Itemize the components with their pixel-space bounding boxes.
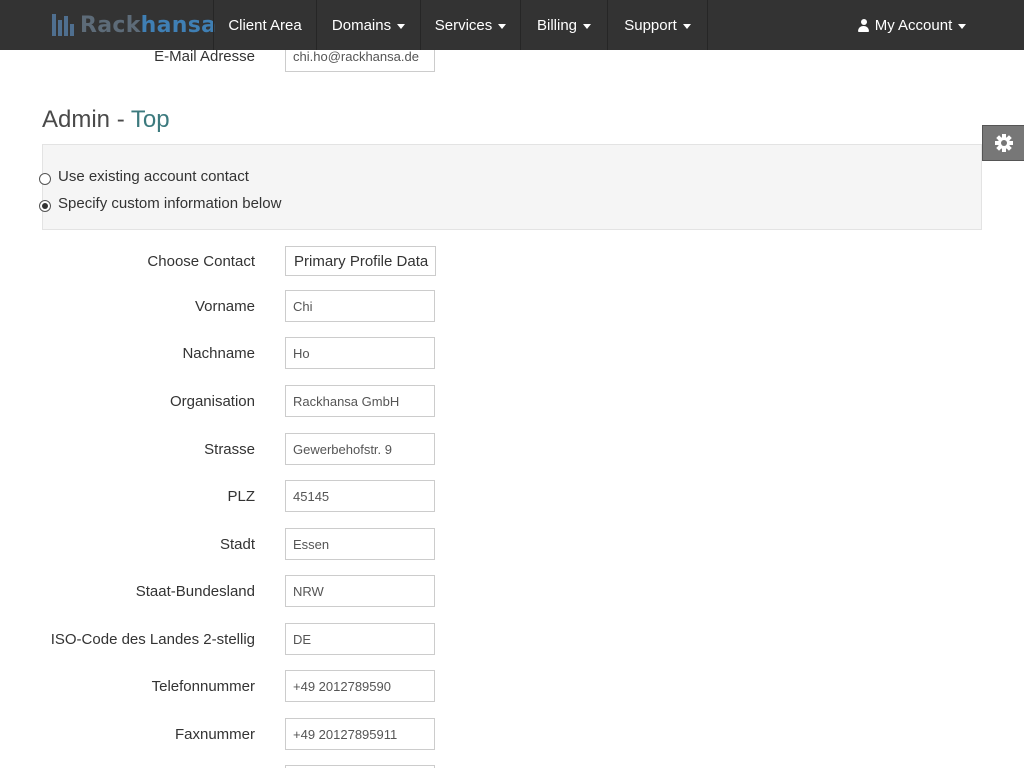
faxnummer-label: Faxnummer — [174, 726, 255, 743]
section-title: Admin - Top — [42, 106, 170, 134]
top-navbar: Rackhansa Client Area Domains Services B… — [0, 0, 1024, 50]
faxnummer-field[interactable]: +49 20127895911 — [285, 718, 435, 750]
stadt-field[interactable]: Essen — [285, 528, 435, 560]
nav-billing[interactable]: Billing — [521, 0, 608, 50]
iso-code-label: ISO-Code des Landes 2-stellig — [50, 631, 255, 648]
brand-name-part1: Rack — [80, 12, 141, 38]
plz-field[interactable]: 45145 — [285, 480, 435, 512]
organisation-label: Organisation — [169, 393, 255, 410]
staat-bundesland-field[interactable]: NRW — [285, 575, 435, 607]
section-title-accent: Top — [130, 106, 170, 133]
nav-billing-label: Billing — [536, 16, 578, 34]
chevron-down-icon — [958, 23, 967, 29]
staat-bundesland-label: Staat-Bundesland — [135, 583, 255, 600]
chevron-down-icon — [682, 23, 691, 29]
brand-logo[interactable]: Rackhansa — [52, 11, 216, 39]
chevron-down-icon — [498, 23, 507, 29]
nav-domains-label: Domains — [331, 16, 392, 34]
nachname-label: Nachname — [182, 345, 255, 362]
nav-my-account-label: My Account — [874, 16, 953, 34]
nav-my-account[interactable]: My Account — [842, 0, 982, 50]
nav-client-area[interactable]: Client Area — [213, 0, 317, 50]
choose-contact-label: Choose Contact — [147, 253, 255, 270]
organisation-field[interactable]: Rackhansa GmbH — [285, 385, 435, 417]
nav-support-label: Support — [624, 16, 677, 34]
vorname-label: Vorname — [194, 298, 255, 315]
iso-code-field[interactable]: DE — [285, 623, 435, 655]
radio-use-existing-label[interactable]: Use existing account contact — [58, 168, 249, 185]
nav-client-area-label: Client Area — [228, 16, 302, 34]
user-icon — [857, 18, 869, 32]
brand-name-part2: hansa — [140, 12, 217, 38]
section-title-prefix: Admin - — [42, 106, 131, 133]
chevron-down-icon — [583, 23, 592, 29]
nachname-field[interactable]: Ho — [285, 337, 435, 369]
logo-bars-icon — [52, 14, 74, 36]
settings-tab[interactable] — [982, 125, 1024, 161]
nav-services[interactable]: Services — [421, 0, 521, 50]
telefonnummer-field[interactable]: +49 2012789590 — [285, 670, 435, 702]
nav-services-label: Services — [434, 16, 493, 34]
plz-label: PLZ — [227, 488, 255, 505]
vorname-field[interactable]: Chi — [285, 290, 435, 322]
email-label: E-Mail Adresse — [154, 48, 255, 65]
nav-domains[interactable]: Domains — [317, 0, 421, 50]
strasse-field[interactable]: Gewerbehofstr. 9 — [285, 433, 435, 465]
gear-icon — [994, 134, 1013, 152]
choose-contact-select[interactable]: Primary Profile Data — [285, 246, 436, 276]
radio-specify-custom[interactable] — [39, 200, 51, 212]
radio-specify-custom-label[interactable]: Specify custom information below — [58, 195, 281, 212]
radio-use-existing[interactable] — [39, 173, 51, 185]
chevron-down-icon — [397, 23, 406, 29]
telefonnummer-label: Telefonnummer — [151, 678, 255, 695]
stadt-label: Stadt — [219, 536, 255, 553]
nav-support[interactable]: Support — [608, 0, 708, 50]
contact-option-panel — [42, 144, 982, 230]
strasse-label: Strasse — [204, 441, 255, 458]
